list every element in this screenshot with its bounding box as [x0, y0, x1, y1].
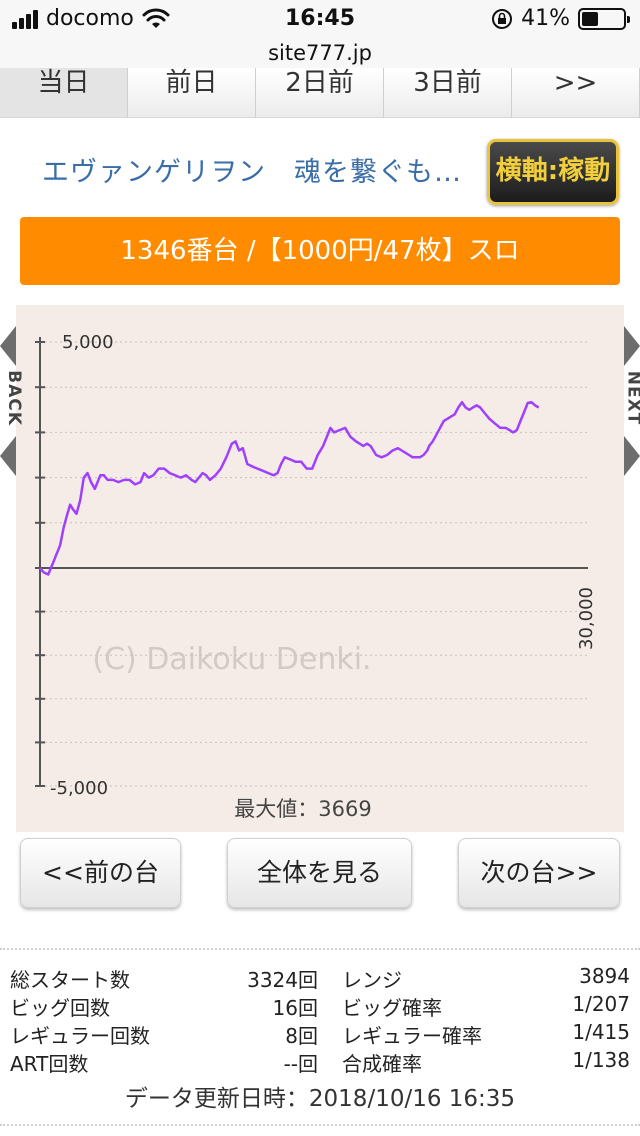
battery-percent: 41%: [521, 6, 570, 31]
tab-3-days-ago[interactable]: 3日前: [384, 68, 512, 117]
stats-table: 総スタート数 3324回 レンジ 3894 ビッグ回数 16回 ビッグ確率 1/…: [0, 964, 640, 1076]
stat-label: ビッグ回数: [10, 996, 110, 1020]
stats-row: レギュラー回数 8回 レギュラー確率 1/415: [0, 1020, 640, 1048]
back-arrow-top-icon[interactable]: [0, 326, 16, 366]
watermark-text: (C) Daikoku Denki.: [92, 642, 371, 677]
stats-row: 総スタート数 3324回 レンジ 3894: [0, 964, 640, 992]
status-bar: docomo 16:45 41%: [0, 0, 640, 40]
y-tick-label: 5,000: [62, 332, 114, 353]
next-machine-button[interactable]: 次の台>>: [458, 838, 620, 908]
stat-value: 1/138: [572, 1048, 630, 1072]
slump-graph: (C) Daikoku Denki. 5,000 -5,000 30,000 最大値：3…: [16, 305, 624, 832]
next-label[interactable]: NEXT: [623, 371, 640, 426]
slump-chart: (C) Daikoku Denki. 5,000 -5,000 30,000 最大値：3…: [35, 332, 597, 821]
tab-yesterday[interactable]: 前日: [128, 68, 256, 117]
stats-row: ART回数 --回 合成確率 1/138: [0, 1048, 640, 1076]
y-tick-label: -5,000: [50, 778, 108, 799]
max-value-label: 最大値：3669: [234, 797, 371, 821]
stat-label: ビッグ確率: [342, 996, 442, 1020]
last-updated: データ更新日時：2018/10/16 16:35: [124, 1086, 516, 1112]
stat-label: ART回数: [10, 1052, 89, 1076]
tab-today[interactable]: 当日: [0, 68, 128, 117]
day-tabs: 当日 前日 2日前 3日前 >>: [0, 68, 640, 118]
axis-toggle-button[interactable]: 横軸:稼動: [487, 139, 619, 205]
next-arrow-top-icon[interactable]: [624, 326, 640, 366]
stat-value: 3894: [579, 964, 630, 988]
stat-value: 16回: [272, 996, 318, 1020]
stat-label: レギュラー回数: [10, 1024, 150, 1048]
machine-info-banner: 1346番台 /【1000円/47枚】スロ: [20, 217, 620, 285]
machine-name[interactable]: エヴァンゲリヲン 魂を繋ぐも…: [42, 150, 462, 189]
tab-more[interactable]: >>: [512, 68, 640, 117]
stat-value: 1/415: [572, 1020, 630, 1044]
stat-value: --回: [283, 1052, 318, 1076]
series-line: [39, 400, 540, 576]
x-max-label: 30,000: [576, 587, 597, 650]
stat-value: 1/207: [572, 992, 630, 1016]
divider: [0, 948, 640, 950]
rotation-lock-icon: [492, 8, 513, 29]
back-label[interactable]: BACK: [4, 370, 24, 426]
next-arrow-bottom-icon[interactable]: [624, 436, 640, 476]
tab-2-days-ago[interactable]: 2日前: [256, 68, 384, 117]
url-text: site777.jp: [268, 41, 372, 65]
stat-value: 3324回: [247, 968, 318, 992]
prev-machine-button[interactable]: <<前の台: [20, 838, 181, 908]
back-arrow-bottom-icon[interactable]: [0, 436, 16, 476]
stat-label: レギュラー確率: [342, 1024, 482, 1048]
stat-label: 合成確率: [342, 1052, 422, 1076]
stat-value: 8回: [285, 1024, 318, 1048]
stats-row: ビッグ回数 16回 ビッグ確率 1/207: [0, 992, 640, 1020]
divider: [0, 1124, 640, 1126]
stat-label: レンジ: [342, 968, 402, 992]
view-all-button[interactable]: 全体を見る: [227, 838, 412, 908]
battery-icon: [578, 7, 630, 30]
stat-label: 総スタート数: [10, 968, 130, 992]
